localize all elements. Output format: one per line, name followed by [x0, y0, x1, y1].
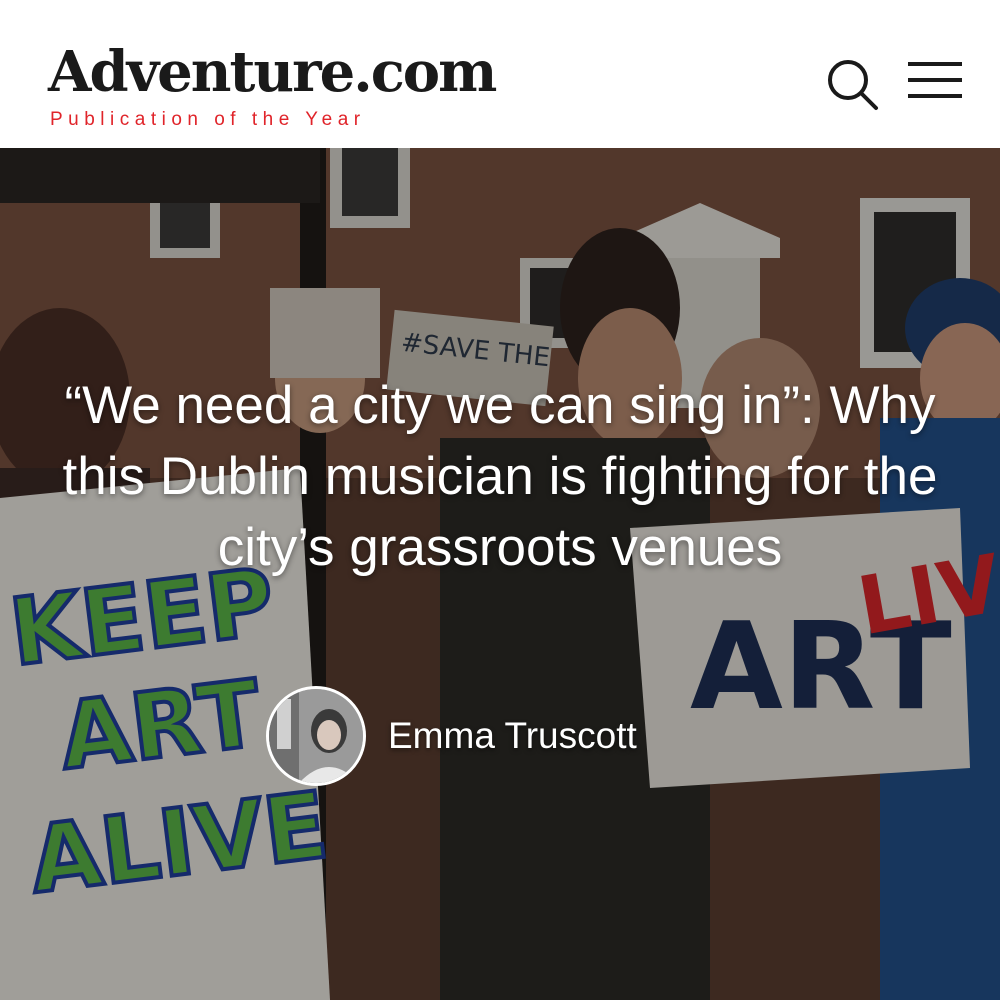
author-avatar[interactable] — [266, 686, 366, 786]
hamburger-menu-icon — [908, 62, 962, 98]
author-name[interactable]: Emma Truscott — [388, 715, 637, 757]
search-button[interactable] — [824, 56, 880, 112]
site-header: Adventure.com Publication of the Year — [0, 0, 1000, 148]
site-tagline: Publication of the Year — [50, 109, 366, 130]
author-byline[interactable]: Emma Truscott — [266, 686, 637, 786]
avatar-portrait-icon — [269, 689, 363, 783]
hero-article[interactable]: #SAVE THE ART LIV KEEP ART ALIVE “We nee… — [0, 148, 1000, 1000]
article-headline[interactable]: “We need a city we can sing in”: Why thi… — [60, 370, 940, 583]
search-icon — [828, 60, 878, 110]
site-logo[interactable]: Adventure.com — [48, 44, 497, 100]
menu-button[interactable] — [906, 56, 964, 104]
